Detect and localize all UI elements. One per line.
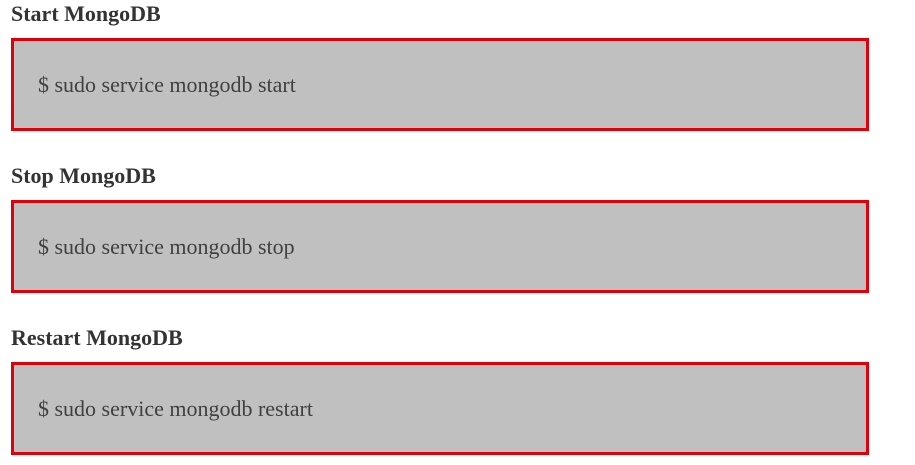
section-heading: Start MongoDB	[11, 1, 161, 26]
section-restart-mongodb: Restart MongoDB $ sudo service mongodb r…	[11, 324, 869, 455]
command-box: $ sudo service mongodb restart	[11, 362, 869, 455]
section-heading: Stop MongoDB	[11, 163, 156, 188]
section-heading: Restart MongoDB	[11, 325, 183, 350]
command-box: $ sudo service mongodb stop	[11, 200, 869, 293]
command-text[interactable]: $ sudo service mongodb start	[38, 41, 296, 128]
command-text[interactable]: $ sudo service mongodb stop	[38, 203, 295, 290]
command-text[interactable]: $ sudo service mongodb restart	[38, 365, 313, 452]
section-stop-mongodb: Stop MongoDB $ sudo service mongodb stop	[11, 162, 869, 293]
command-box: $ sudo service mongodb start	[11, 38, 869, 131]
section-start-mongodb: Start MongoDB $ sudo service mongodb sta…	[11, 0, 869, 131]
